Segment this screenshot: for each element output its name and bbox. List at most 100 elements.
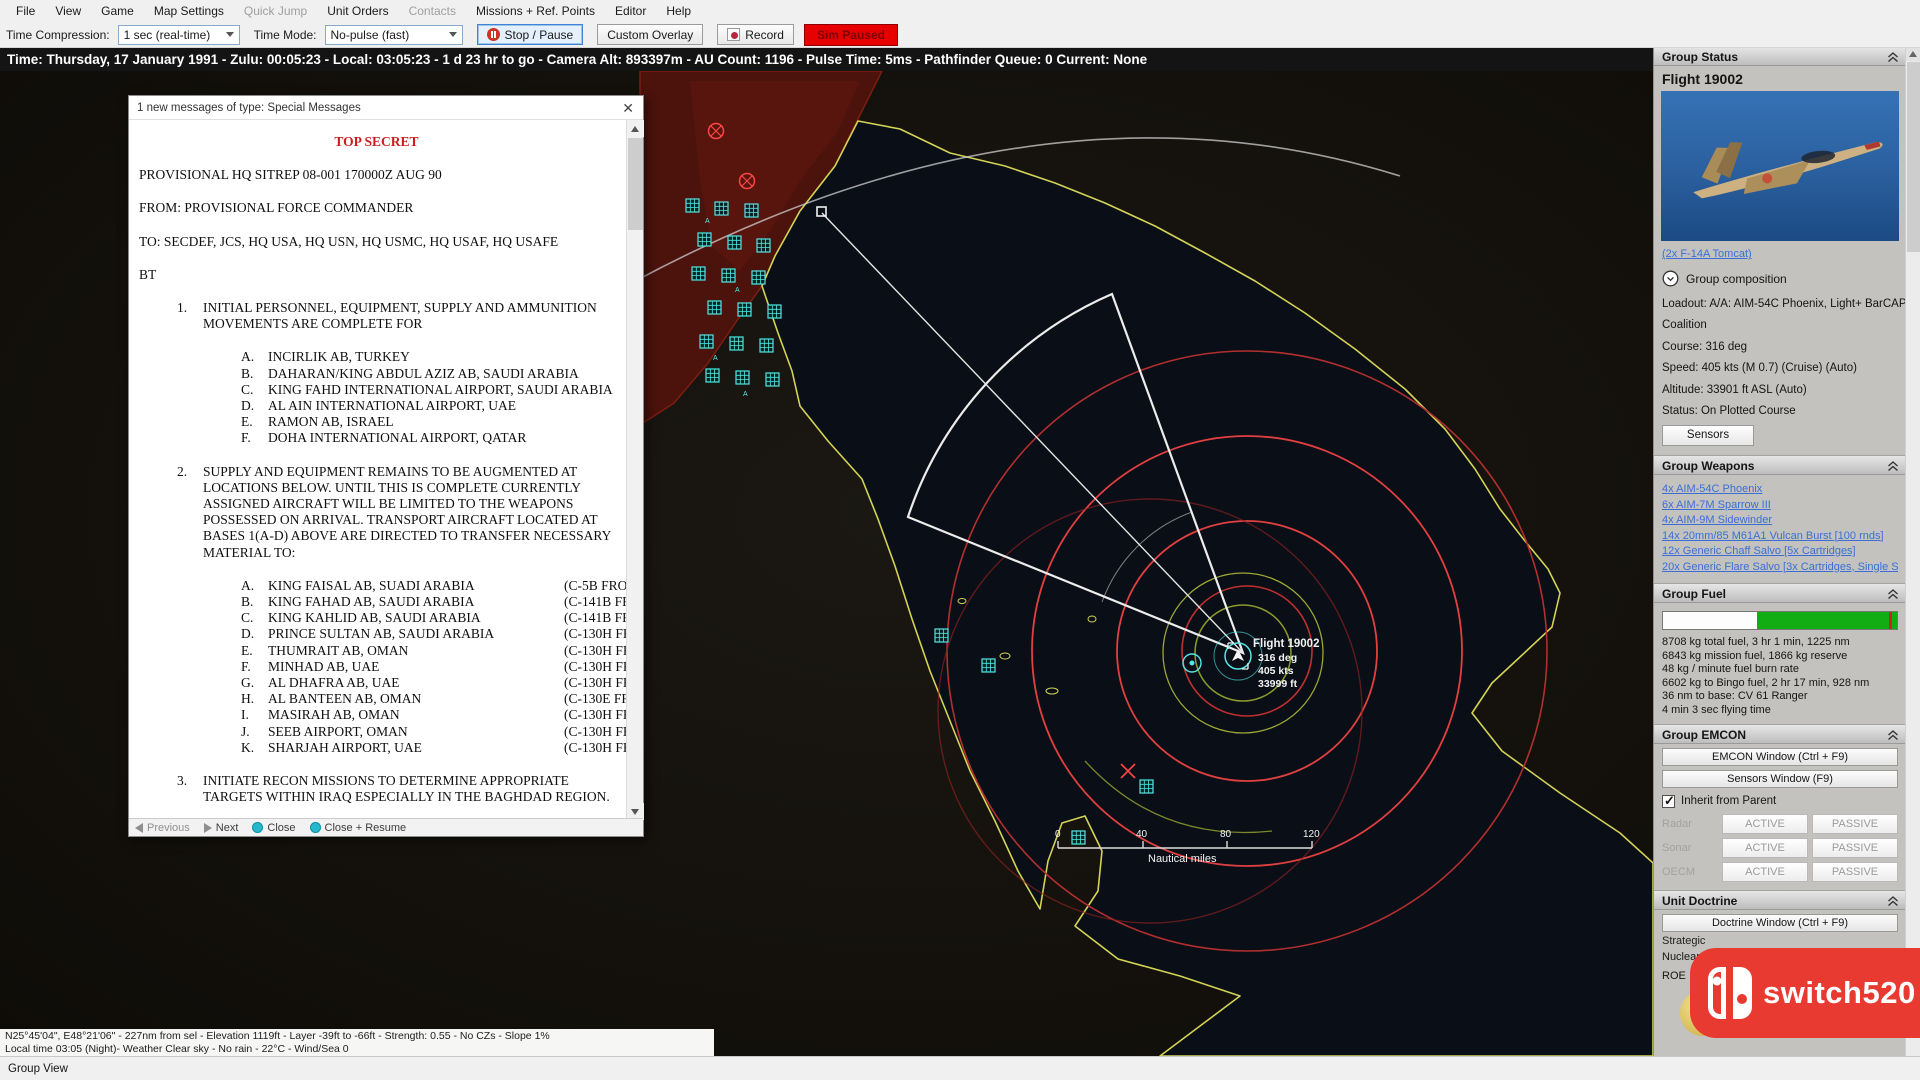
group-fuel-header[interactable]: Group Fuel: [1654, 583, 1906, 603]
cursor-position-line: N25°45'04", E48°21'06" - 227nm from sel …: [5, 1030, 709, 1043]
checkbox-checked-icon[interactable]: [1662, 795, 1675, 808]
dialog-body: TOP SECRET PROVISIONAL HQ SITREP 08-001 …: [129, 120, 628, 820]
side-text: Coalition: [1654, 315, 1906, 337]
time-mode-value: No-pulse (fast): [331, 28, 410, 42]
svg-text:A: A: [735, 287, 740, 294]
scale-units-label: Nautical miles: [1148, 853, 1217, 865]
speed-text: Speed: 405 kts (M 0.7) (Cruise) (Auto): [1654, 358, 1906, 380]
group-status-header[interactable]: Group Status: [1654, 46, 1906, 66]
pause-icon: [487, 28, 500, 41]
sensors-window-button[interactable]: Sensors Window (F9): [1662, 770, 1898, 788]
switch-logo-icon: [1706, 965, 1754, 1021]
aircraft-illustration: [1661, 91, 1899, 241]
time-mode-select[interactable]: No-pulse (fast): [325, 25, 463, 45]
group-emcon-header[interactable]: Group EMCON: [1654, 724, 1906, 744]
record-label: Record: [745, 28, 784, 42]
weapon-link[interactable]: 4x AIM-9M Sidewinder: [1662, 513, 1898, 529]
radar-active-button[interactable]: ACTIVE: [1722, 814, 1808, 834]
next-button[interactable]: Next: [204, 822, 239, 834]
menu-unit-orders[interactable]: Unit Orders: [317, 1, 398, 21]
doctrine-window-button[interactable]: Doctrine Window (Ctrl + F9): [1662, 914, 1898, 932]
menu-editor[interactable]: Editor: [605, 1, 656, 21]
sonar-passive-button[interactable]: PASSIVE: [1812, 838, 1898, 858]
bt-line: BT: [139, 267, 614, 283]
collapse-icon[interactable]: [1887, 461, 1899, 472]
aircraft-type-link[interactable]: (2x F-14A Tomcat): [1654, 241, 1760, 262]
right-sidebar: Group Status Flight 19002 (2x F-14A Tomc…: [1653, 46, 1920, 1056]
menu-file[interactable]: File: [6, 1, 45, 21]
previous-button[interactable]: Previous: [135, 822, 190, 834]
radar-passive-button[interactable]: PASSIVE: [1812, 814, 1898, 834]
sub-list: A.KING FAISAL AB, SUADI ARABIA(C-5B FROM…: [241, 578, 614, 756]
scroll-up-icon[interactable]: [627, 120, 644, 137]
classification-banner: TOP SECRET: [139, 134, 614, 150]
sonar-active-button[interactable]: ACTIVE: [1722, 838, 1808, 858]
list-item: 2. SUPPLY AND EQUIPMENT REMAINS TO BE AU…: [177, 464, 614, 561]
custom-overlay-button[interactable]: Custom Overlay: [597, 24, 703, 45]
svg-text:40: 40: [1136, 829, 1148, 840]
stop-pause-button[interactable]: Stop / Pause: [477, 24, 584, 45]
collapse-icon[interactable]: [1887, 52, 1899, 63]
weapons-list: 4x AIM-54C Phoenix 6x AIM-7M Sparrow III…: [1654, 475, 1906, 583]
collapse-icon[interactable]: [1887, 730, 1899, 741]
close-icon[interactable]: ✕: [622, 100, 634, 117]
svg-text:A: A: [713, 355, 718, 362]
svg-text:33999 ft: 33999 ft: [1258, 678, 1298, 690]
loadout-text: Loadout: A/A: AIM-54C Phoenix, Light+ Ba…: [1654, 293, 1906, 315]
watermark-text: switch520: [1763, 975, 1916, 1011]
emcon-window-button[interactable]: EMCON Window (Ctrl + F9): [1662, 748, 1898, 766]
record-button[interactable]: Record: [717, 24, 794, 45]
weapon-link[interactable]: 4x AIM-54C Phoenix: [1662, 482, 1898, 498]
sidebar-scrollbar[interactable]: [1905, 46, 1920, 1056]
dialog-scrollbar[interactable]: [626, 120, 643, 820]
close-button[interactable]: Close: [252, 822, 295, 834]
scrollbar-thumb[interactable]: [1907, 62, 1920, 252]
svg-text:0: 0: [1055, 829, 1061, 840]
group-composition-toggle[interactable]: Group composition: [1654, 262, 1906, 293]
scrollbar-thumb[interactable]: [628, 138, 643, 230]
unit-doctrine-header[interactable]: Unit Doctrine: [1654, 890, 1906, 910]
weapon-link[interactable]: 6x AIM-7M Sparrow III: [1662, 498, 1898, 514]
oecm-active-button[interactable]: ACTIVE: [1722, 862, 1808, 882]
weapon-link[interactable]: 20x Generic Flare Salvo [3x Cartridges, …: [1662, 560, 1898, 576]
arrow-right-icon: [204, 823, 212, 833]
svg-text:120: 120: [1303, 829, 1320, 840]
menu-game[interactable]: Game: [91, 1, 144, 21]
weapon-link[interactable]: 14x 20mm/85 M61A1 Vulcan Burst [100 rnds…: [1662, 529, 1898, 545]
time-compression-value: 1 sec (real-time): [124, 28, 211, 42]
menu-quick-jump: Quick Jump: [234, 1, 317, 21]
menu-map-settings[interactable]: Map Settings: [144, 1, 234, 21]
collapse-icon[interactable]: [1887, 589, 1899, 600]
oecm-emcon-row: OECM ACTIVE PASSIVE: [1654, 860, 1906, 884]
sensors-button[interactable]: Sensors: [1662, 425, 1754, 446]
time-status-text: Time: Thursday, 17 January 1991 - Zulu: …: [7, 52, 1147, 67]
weapon-link[interactable]: 12x Generic Chaff Salvo [5x Cartridges]: [1662, 544, 1898, 560]
view-mode-label: Group View: [8, 1063, 68, 1075]
altitude-text: Altitude: 33901 ft ASL (Auto): [1654, 379, 1906, 401]
arrow-left-icon: [135, 823, 143, 833]
inherit-from-parent-row[interactable]: Inherit from Parent: [1654, 788, 1906, 812]
dialog-title: 1 new messages of type: Special Messages: [137, 102, 361, 114]
time-compression-select[interactable]: 1 sec (real-time): [118, 25, 240, 45]
group-weapons-header[interactable]: Group Weapons: [1654, 455, 1906, 475]
close-resume-button[interactable]: Close + Resume: [310, 822, 407, 834]
local-weather-line: Local time 03:05 (Night)- Weather Clear …: [5, 1043, 709, 1056]
status-text: Status: On Plotted Course: [1654, 401, 1906, 423]
time-status-bar: Time: Thursday, 17 January 1991 - Zulu: …: [0, 48, 1653, 71]
collapse-icon[interactable]: [1887, 896, 1899, 907]
aircraft-photo: [1661, 91, 1899, 241]
time-compression-label: Time Compression:: [6, 28, 110, 42]
oecm-passive-button[interactable]: PASSIVE: [1812, 862, 1898, 882]
close-resume-dot-icon: [310, 822, 321, 833]
dialog-title-bar[interactable]: 1 new messages of type: Special Messages: [129, 96, 643, 120]
chevron-down-icon: [226, 32, 234, 37]
svg-text:A: A: [743, 391, 748, 398]
svg-text:A: A: [705, 218, 710, 225]
menu-help[interactable]: Help: [656, 1, 701, 21]
scroll-up-icon[interactable]: [1906, 46, 1920, 61]
stop-pause-label: Stop / Pause: [505, 28, 574, 42]
menu-view[interactable]: View: [45, 1, 91, 21]
menu-missions-ref-points[interactable]: Missions + Ref. Points: [466, 1, 605, 21]
time-mode-label: Time Mode:: [254, 28, 317, 42]
selected-group-name: Flight 19002: [1654, 66, 1906, 91]
